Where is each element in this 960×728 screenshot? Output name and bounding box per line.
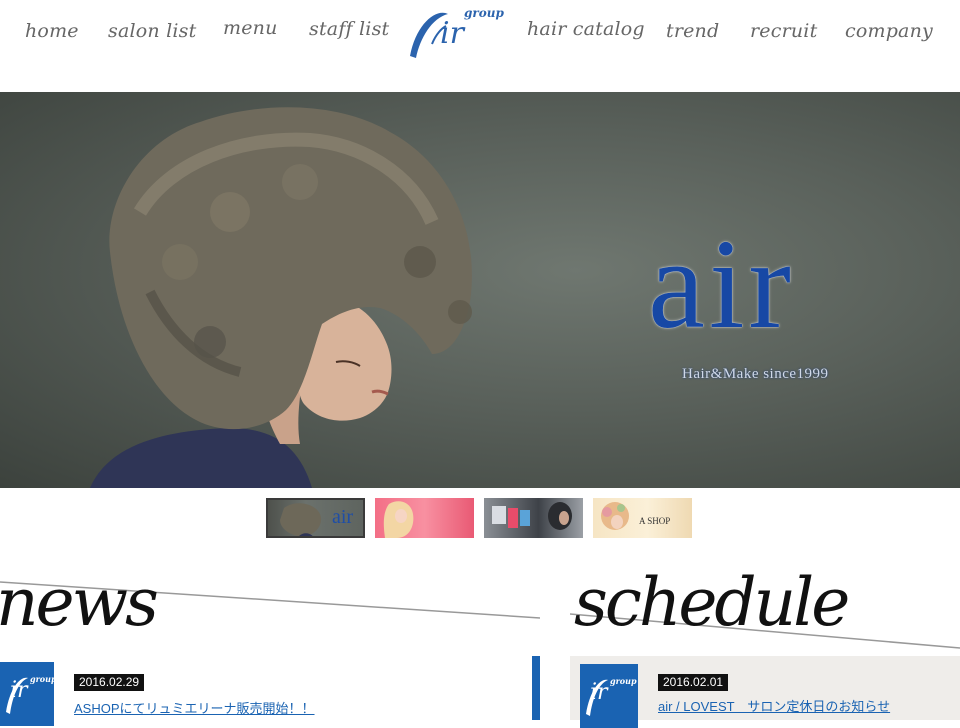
schedule-item-date: 2016.02.01 bbox=[658, 674, 729, 691]
hero-tagline: Hair&Make since1999 bbox=[682, 366, 829, 382]
nav-trend[interactable]: trend bbox=[666, 20, 719, 42]
hero-brand-logo: air bbox=[648, 213, 795, 355]
nav-staff-list[interactable]: staff list bbox=[309, 18, 389, 40]
top-nav: home salon list menu staff list ir group… bbox=[0, 0, 960, 92]
news-item[interactable]: ir group 2016.02.29 ASHOPにてリュミエリーナ販売開始！！ bbox=[0, 656, 540, 726]
news-scrollbar[interactable] bbox=[532, 656, 540, 720]
thumbnail-1-label: air bbox=[332, 506, 354, 528]
schedule-item[interactable]: ir group 2016.02.01 air / LOVEST サロン定休日の… bbox=[570, 656, 960, 728]
news-item-link[interactable]: ASHOPにてリュミエリーナ販売開始！！ bbox=[74, 698, 315, 717]
thumbnail-4[interactable]: A SHOP bbox=[593, 498, 692, 538]
news-logo-text: ir bbox=[10, 678, 28, 703]
thumbnail-4-label: A SHOP bbox=[639, 516, 671, 526]
nav-salon-list[interactable]: salon list bbox=[108, 20, 196, 42]
logo-text: ir bbox=[440, 16, 464, 51]
nav-home[interactable]: home bbox=[25, 20, 79, 42]
news-item-date: 2016.02.29 bbox=[74, 674, 145, 691]
news-section-title: news bbox=[0, 564, 159, 641]
schedule-item-link[interactable]: air / LOVEST サロン定休日のお知らせ bbox=[658, 696, 890, 715]
group-logo[interactable]: ir group bbox=[402, 4, 504, 64]
nav-hair-catalog[interactable]: hair catalog bbox=[527, 18, 645, 40]
thumbnail-1[interactable]: air bbox=[266, 498, 365, 538]
thumbnail-3[interactable] bbox=[484, 498, 583, 538]
thumbnail-model-image bbox=[601, 502, 629, 530]
nav-menu[interactable]: menu bbox=[223, 17, 278, 39]
thumbnail-collage-image bbox=[492, 502, 572, 530]
nav-recruit[interactable]: recruit bbox=[750, 20, 817, 42]
schedule-section-title: schedule bbox=[574, 564, 850, 641]
news-logo-subtext: group bbox=[30, 674, 54, 684]
schedule-logo-subtext: group bbox=[610, 676, 637, 686]
thumbnail-2[interactable] bbox=[375, 498, 474, 538]
logo-subtext: group bbox=[464, 6, 504, 20]
news-item-logo: ir group bbox=[0, 662, 54, 726]
thumbnail-model-image bbox=[383, 501, 414, 538]
schedule-logo-text: ir bbox=[590, 680, 608, 705]
thumbnail-model-image bbox=[280, 503, 321, 536]
hero-model-photo bbox=[90, 107, 472, 488]
nav-company[interactable]: company bbox=[845, 20, 933, 42]
hero-slideshow[interactable]: air Hair&Make since1999 bbox=[0, 92, 960, 488]
schedule-item-logo: ir group bbox=[580, 664, 638, 728]
